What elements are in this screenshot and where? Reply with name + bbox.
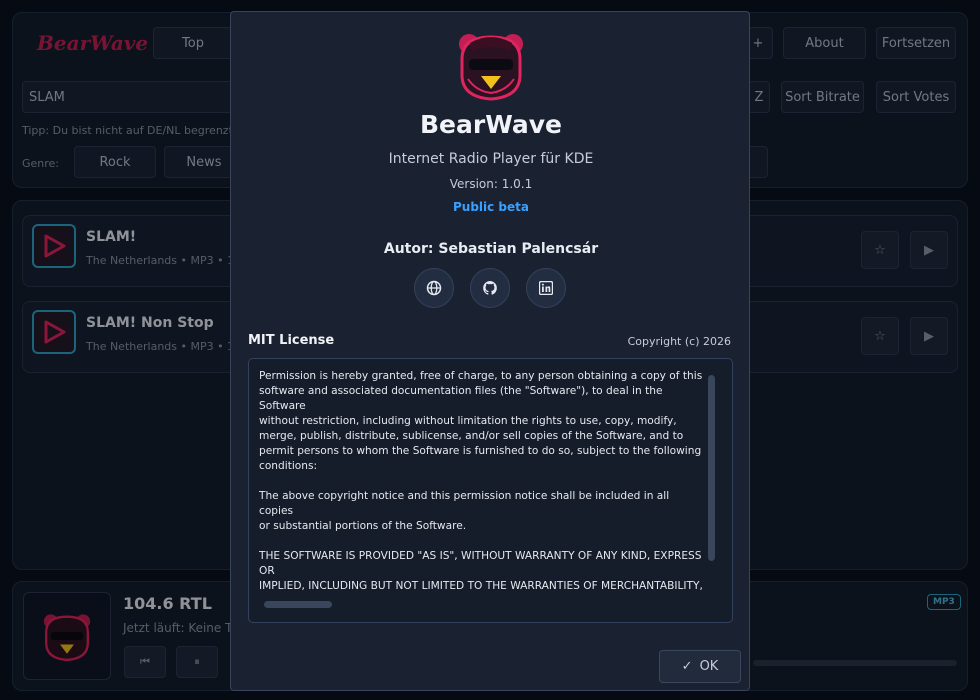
scroll-corner-divider <box>701 593 702 595</box>
license-text-area[interactable]: Permission is hereby granted, free of ch… <box>248 358 733 623</box>
about-dialog: BearWave Internet Radio Player für KDE V… <box>230 11 750 691</box>
github-icon <box>483 281 497 295</box>
vertical-scrollbar[interactable] <box>708 375 715 561</box>
dialog-version: Version: 1.0.1 <box>449 177 533 191</box>
website-button[interactable] <box>414 268 454 308</box>
linkedin-button[interactable] <box>526 268 566 308</box>
github-button[interactable] <box>470 268 510 308</box>
globe-icon <box>426 280 442 296</box>
linkedin-icon <box>539 281 553 295</box>
license-text: Permission is hereby granted, free of ch… <box>259 370 703 591</box>
check-icon: ✓ <box>681 659 693 674</box>
license-title: MIT License <box>248 333 335 348</box>
horizontal-scrollbar[interactable] <box>264 601 332 608</box>
dialog-subtitle: Internet Radio Player für KDE <box>388 151 594 167</box>
copyright-text: Copyright (c) 2026 <box>627 335 731 348</box>
dialog-author: Autor: Sebastian Palencsár <box>383 241 599 257</box>
ok-button[interactable]: ✓ OK <box>659 650 741 683</box>
bearwave-logo-icon <box>459 34 523 101</box>
dialog-app-name: BearWave <box>419 110 563 139</box>
ok-label: OK <box>699 659 719 674</box>
release-channel: Public beta <box>452 200 529 214</box>
